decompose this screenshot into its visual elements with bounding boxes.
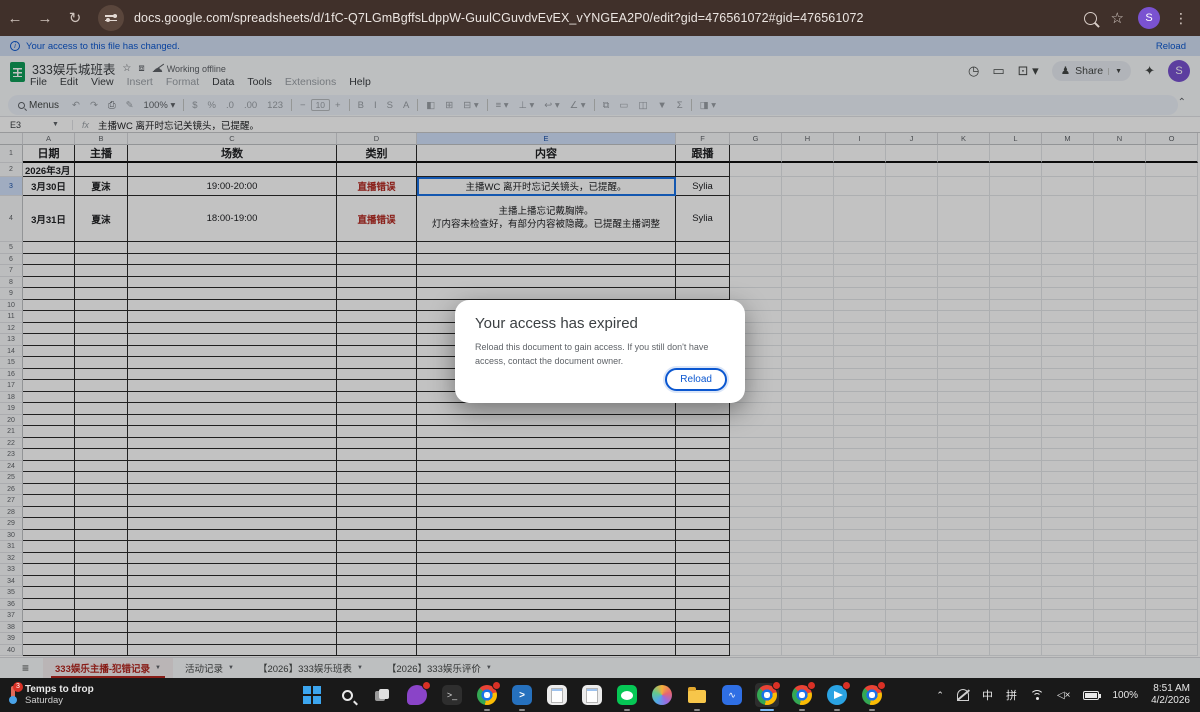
back-icon[interactable]: ← xyxy=(0,10,30,27)
running-indicator xyxy=(834,709,840,712)
notepad-icon-2[interactable] xyxy=(580,683,604,707)
notification-badge xyxy=(877,681,886,690)
pinned-app-icon[interactable] xyxy=(405,683,429,707)
copilot-icon[interactable] xyxy=(650,683,674,707)
running-indicator xyxy=(799,709,805,712)
volume-muted-icon[interactable]: ◁× xyxy=(1057,690,1071,701)
bookmark-star-icon[interactable]: ☆ xyxy=(1111,9,1124,27)
stats-app-icon[interactable]: ∿ xyxy=(720,683,744,707)
dialog-body: Reload this document to gain access. If … xyxy=(475,341,725,369)
widget-subtext: Saturday xyxy=(25,695,94,706)
reload-icon[interactable]: ↻ xyxy=(60,9,90,27)
powershell-icon[interactable]: > xyxy=(510,683,534,707)
notification-badge xyxy=(772,681,781,690)
ime-language-button[interactable]: 中 xyxy=(982,687,993,703)
battery-icon[interactable] xyxy=(1083,691,1099,700)
running-indicator xyxy=(760,709,774,712)
browser-toolbar: ← → ↻ docs.google.com/spreadsheets/d/1fC… xyxy=(0,0,1200,36)
screen: ← → ↻ docs.google.com/spreadsheets/d/1fC… xyxy=(0,0,1200,712)
notifications-off-icon[interactable] xyxy=(957,689,969,701)
chrome-icon-2[interactable] xyxy=(790,683,814,707)
clock[interactable]: 8:51 AM 4/2/2026 xyxy=(1151,683,1190,708)
forward-icon[interactable]: → xyxy=(30,10,60,27)
system-tray: ⌃ 中 拼 ◁× 100% 8:51 AM 4/2/2026 xyxy=(936,683,1200,708)
chrome-profile-icon[interactable] xyxy=(475,683,499,707)
notification-badge xyxy=(422,681,431,690)
tray-date: 4/2/2026 xyxy=(1151,695,1190,708)
task-view-button[interactable] xyxy=(370,683,394,707)
dialog-title: Your access has expired xyxy=(475,315,725,332)
widget-badge: 3 xyxy=(13,682,23,692)
dialog-reload-button[interactable]: Reload xyxy=(665,368,727,391)
tray-overflow-icon[interactable]: ⌃ xyxy=(936,690,944,701)
battery-percent: 100% xyxy=(1112,690,1138,701)
ime-mode-button[interactable]: 拼 xyxy=(1006,687,1017,703)
search-tabs-icon[interactable] xyxy=(1084,12,1097,25)
running-indicator xyxy=(484,709,490,712)
notepad-icon-1[interactable] xyxy=(545,683,569,707)
page-content: i Your access to this file has changed. … xyxy=(0,36,1200,678)
telegram-icon[interactable] xyxy=(825,683,849,707)
address-bar[interactable]: docs.google.com/spreadsheets/d/1fC-Q7LGm… xyxy=(134,11,864,25)
widget-headline: Temps to drop xyxy=(25,684,94,695)
search-button[interactable] xyxy=(335,683,359,707)
file-explorer-icon[interactable] xyxy=(685,683,709,707)
taskbar-icons: >_ > ∿ xyxy=(300,683,884,707)
running-indicator xyxy=(694,709,700,712)
notification-badge xyxy=(842,681,851,690)
access-expired-dialog: Your access has expired Reload this docu… xyxy=(455,300,745,403)
running-indicator xyxy=(869,709,875,712)
chrome-active-icon[interactable] xyxy=(755,683,779,707)
start-button[interactable] xyxy=(300,683,324,707)
thermometer-icon: 3 xyxy=(8,685,18,705)
browser-menu-icon[interactable]: ⋮ xyxy=(1174,10,1188,27)
site-settings-icon[interactable] xyxy=(98,5,124,31)
notification-badge xyxy=(492,681,501,690)
running-indicator xyxy=(624,709,630,712)
chrome-icon-3[interactable] xyxy=(860,683,884,707)
terminal-icon[interactable]: >_ xyxy=(440,683,464,707)
windows-taskbar: 3 Temps to drop Saturday >_ > ∿ ⌃ 中 拼 ◁× 1… xyxy=(0,678,1200,712)
line-app-icon[interactable] xyxy=(615,683,639,707)
running-indicator xyxy=(519,709,525,712)
tray-time: 8:51 AM xyxy=(1151,683,1190,696)
weather-widget[interactable]: 3 Temps to drop Saturday xyxy=(0,684,300,706)
browser-profile-avatar[interactable]: S xyxy=(1138,7,1160,29)
wifi-icon[interactable] xyxy=(1030,690,1044,701)
notification-badge xyxy=(807,681,816,690)
